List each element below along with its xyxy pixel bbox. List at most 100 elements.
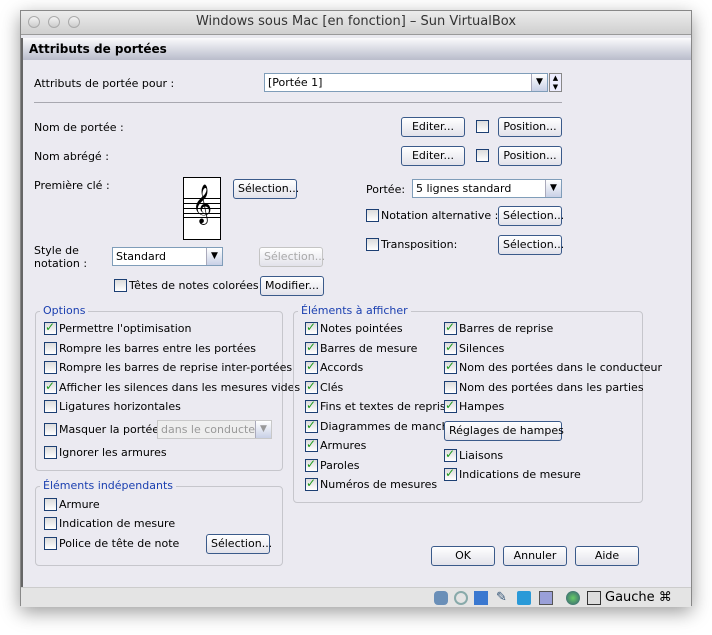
treble-clef-icon: 𝄞 xyxy=(192,184,213,224)
checkbox[interactable] xyxy=(305,359,318,374)
short-name-position-button[interactable]: Position... xyxy=(498,146,562,166)
checkbox-label: Barres de reprise xyxy=(459,322,554,335)
status-bar: ✎ Gauche ⌘ xyxy=(21,587,691,607)
checkbox-label: Ignorer les armures xyxy=(59,446,167,459)
checkbox[interactable] xyxy=(305,437,318,452)
checkbox[interactable] xyxy=(44,320,57,335)
host-key-label: Gauche ⌘ xyxy=(605,590,672,605)
display-elements-title: Éléments à afficher xyxy=(298,304,411,317)
help-button[interactable]: Aide xyxy=(575,546,639,566)
checkbox[interactable] xyxy=(44,400,57,413)
staff-stepper[interactable]: ▲ ▼ xyxy=(549,73,562,92)
checkbox[interactable] xyxy=(305,457,318,472)
checkbox[interactable] xyxy=(44,446,57,459)
hard-disk-icon[interactable] xyxy=(434,591,448,605)
short-name-checkbox[interactable] xyxy=(476,149,489,162)
guest-additions-icon[interactable] xyxy=(566,591,580,605)
checkbox-label: Armure xyxy=(59,498,100,511)
notation-style-value: Standard xyxy=(116,250,167,263)
window-title: Windows sous Mac [en fonction] – Sun Vir… xyxy=(195,14,517,29)
transposition-label: Transposition: xyxy=(381,238,458,251)
cd-icon[interactable] xyxy=(454,591,468,605)
staff-name-label: Nom de portée : xyxy=(34,121,124,134)
network-icon[interactable] xyxy=(474,591,488,605)
checkbox-label: Armures xyxy=(320,439,367,452)
staff-name-position-button[interactable]: Position... xyxy=(498,117,562,137)
checkbox[interactable] xyxy=(444,398,457,413)
usb-icon[interactable]: ✎ xyxy=(496,591,510,605)
checkbox-label: Indications de mesure xyxy=(459,468,581,481)
checkbox[interactable] xyxy=(44,517,57,530)
alt-notation-label: Notation alternative : xyxy=(381,209,499,222)
checkbox[interactable] xyxy=(444,340,457,355)
checkbox[interactable] xyxy=(305,320,318,335)
checkbox[interactable] xyxy=(444,359,457,374)
alt-notation-select-button[interactable]: Sélection... xyxy=(498,206,564,226)
checkbox[interactable] xyxy=(444,320,457,335)
notation-style-select[interactable]: Standard ▼ xyxy=(112,247,223,266)
checkbox-label: Silences xyxy=(459,342,505,355)
staff-name-edit-button[interactable]: Editer... xyxy=(401,117,465,137)
first-clef-select-button[interactable]: Sélection... xyxy=(233,179,299,199)
checkbox[interactable] xyxy=(44,361,57,374)
checkbox-label: Police de tête de note xyxy=(59,537,180,550)
checkbox[interactable] xyxy=(305,379,318,394)
short-name-label: Nom abrégé : xyxy=(34,150,109,163)
chevron-down-icon: ▼ xyxy=(255,421,271,438)
staff-for-select[interactable]: [Portée 1] ▼ xyxy=(264,73,548,92)
short-name-edit-button[interactable]: Editer... xyxy=(401,146,465,166)
checkbox-label: Clés xyxy=(320,381,344,394)
hide-staff-mode-select[interactable]: dans le conducteur ▼ xyxy=(157,420,272,439)
alt-notation-checkbox[interactable] xyxy=(366,209,379,222)
checkbox-label: Hampes xyxy=(459,400,505,413)
colored-noteheads-checkbox[interactable] xyxy=(114,279,127,292)
checkbox-label: Diagrammes de manche xyxy=(320,420,456,433)
checkbox-label: Liaisons xyxy=(459,449,504,462)
minimize-window-button[interactable] xyxy=(48,16,60,28)
checkbox[interactable] xyxy=(44,379,57,394)
checkbox[interactable] xyxy=(305,476,318,491)
checkbox[interactable] xyxy=(305,398,318,413)
checkbox-label: Rompre les barres de reprise inter-porté… xyxy=(59,361,293,374)
staff-name-checkbox[interactable] xyxy=(476,120,489,133)
checkbox[interactable] xyxy=(44,342,57,355)
transposition-select-button[interactable]: Sélection... xyxy=(498,235,564,255)
hide-staff-mode-value: dans le conducteur xyxy=(161,423,267,436)
checkbox-label: Nom des portées dans le conducteur xyxy=(459,361,663,374)
options-group-title: Options xyxy=(40,304,89,317)
checkbox-label: Ligatures horizontales xyxy=(59,400,181,413)
chevron-down-icon: ▼ xyxy=(206,248,222,265)
transposition-checkbox[interactable] xyxy=(366,238,379,251)
notation-style-select-button[interactable]: Sélection... xyxy=(259,247,325,267)
shared-folder-icon[interactable] xyxy=(517,591,531,605)
chevron-down-icon: ▼ xyxy=(531,74,547,91)
virtualization-icon[interactable] xyxy=(539,591,553,605)
checkbox-label: Afficher les silences dans les mesures v… xyxy=(59,381,301,394)
zoom-window-button[interactable] xyxy=(68,16,80,28)
colored-noteheads-modify-button[interactable]: Modifier... xyxy=(260,276,324,296)
checkbox-label: Numéros de mesures xyxy=(320,478,438,491)
checkbox[interactable] xyxy=(305,340,318,355)
mouse-integration-icon[interactable] xyxy=(587,591,601,605)
checkbox[interactable] xyxy=(44,537,57,550)
checkbox[interactable] xyxy=(44,423,57,436)
ok-button[interactable]: OK xyxy=(431,546,495,566)
staff-type-select[interactable]: 5 lignes standard ▼ xyxy=(412,179,562,198)
notehead-font-select-button[interactable]: Sélection... xyxy=(206,534,272,554)
checkbox[interactable] xyxy=(444,447,457,462)
checkbox[interactable] xyxy=(44,498,57,511)
dialog-title: Attributs de portées xyxy=(21,38,691,60)
chevron-down-icon: ▼ xyxy=(545,180,561,197)
divider xyxy=(34,102,562,103)
cancel-button[interactable]: Annuler xyxy=(503,546,567,566)
checkbox[interactable] xyxy=(444,466,457,481)
close-window-button[interactable] xyxy=(28,16,40,28)
checkbox[interactable] xyxy=(305,418,318,433)
first-clef-label: Première clé : xyxy=(34,179,110,192)
checkbox[interactable] xyxy=(444,381,457,394)
stem-settings-button[interactable]: Réglages de hampes xyxy=(444,421,564,441)
checkbox-label: Nom des portées dans les parties xyxy=(459,381,644,394)
checkbox-label: Permettre l'optimisation xyxy=(59,322,192,335)
staff-for-value: [Portée 1] xyxy=(268,76,323,89)
staff-type-value: 5 lignes standard xyxy=(416,182,512,195)
